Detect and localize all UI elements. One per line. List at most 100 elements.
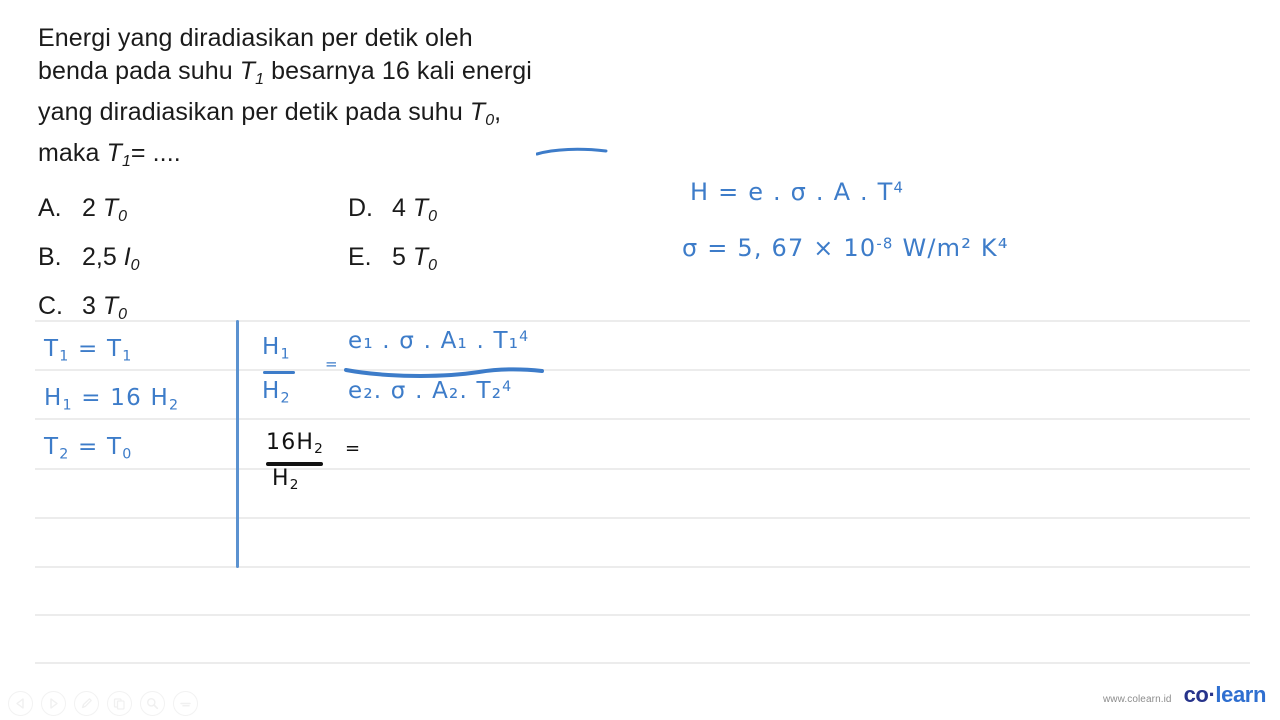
question-line-3-post: , bbox=[494, 98, 502, 127]
given-1-lhs-sub: 1 bbox=[59, 348, 70, 365]
rule-line bbox=[35, 320, 1250, 322]
ruled-worksheet bbox=[0, 300, 1280, 680]
choice-D-symbol: T bbox=[412, 194, 429, 222]
given-3-equals: = bbox=[69, 434, 108, 460]
zoom-search-button[interactable] bbox=[140, 691, 165, 716]
logo-wordmark: co·learn bbox=[1183, 682, 1267, 708]
given-3-lhs-sub: 2 bbox=[59, 446, 70, 463]
choice-D-subscript: 0 bbox=[428, 208, 438, 226]
ratio-equals-sign: = bbox=[325, 355, 339, 373]
formula-H-body: H = e . σ . A . T bbox=[690, 178, 894, 206]
rule-line bbox=[35, 614, 1250, 616]
rule-line bbox=[35, 662, 1250, 664]
choice-E-letter: E. bbox=[348, 243, 372, 272]
choice-E-subscript: 0 bbox=[428, 257, 438, 275]
choice-A-coefficient: 2 bbox=[82, 194, 96, 222]
choice-B-subscript: 0 bbox=[130, 257, 140, 275]
ratio-lhs-den-symbol: H bbox=[262, 378, 281, 404]
substitution-den-sub: 2 bbox=[289, 477, 300, 494]
formula-H-exponent: 4 bbox=[893, 178, 905, 197]
rule-line bbox=[35, 566, 1250, 568]
ratio-rhs-numerator: e₁ . σ . A₁ . T₁4 bbox=[348, 328, 529, 354]
question-line-4: maka T1= .... bbox=[38, 137, 698, 178]
choice-B-coefficient: 2,5 bbox=[82, 243, 117, 272]
given-2-rhs: H bbox=[150, 385, 169, 411]
triangle-right-icon bbox=[50, 698, 58, 709]
given-1-equals: = bbox=[69, 336, 108, 362]
question-line-2-post: besarnya 16 kali energi bbox=[264, 57, 532, 85]
ratio-lhs-numerator: H1 bbox=[262, 334, 291, 362]
copy-button[interactable] bbox=[107, 691, 132, 716]
choices-column-right: D. 4 T0 E. 5 T0 bbox=[348, 188, 437, 286]
choice-E[interactable]: E. 5 T0 bbox=[348, 237, 437, 286]
handwritten-given-2: H1 = 16 H2 bbox=[44, 385, 179, 413]
subscript-0: 0 bbox=[485, 112, 495, 130]
question-line-3-pre: yang diradiasikan per detik pada suhu bbox=[38, 98, 470, 127]
ratio-lhs-num-sub: 1 bbox=[280, 346, 291, 363]
symbol-T: T bbox=[239, 57, 256, 85]
handwritten-given-1: T1 = T1 bbox=[44, 336, 133, 364]
pen-tool-button[interactable] bbox=[74, 691, 99, 716]
logo-website-url: www.colearn.id bbox=[1102, 694, 1172, 705]
subscript-1: 1 bbox=[255, 71, 265, 89]
choice-D[interactable]: D. 4 T0 bbox=[348, 188, 437, 237]
choice-D-letter: D. bbox=[348, 194, 373, 222]
substitution-num-sub: 2 bbox=[314, 441, 325, 458]
choice-A-subscript: 0 bbox=[118, 208, 128, 226]
prev-page-button[interactable] bbox=[8, 691, 33, 716]
handwritten-stefan-boltzmann-formula: H = e . σ . A . T4 bbox=[690, 178, 904, 206]
triangle-left-icon bbox=[16, 698, 24, 709]
question-line-1: Energi yang diradiasikan per detik oleh bbox=[38, 22, 698, 55]
pen-icon bbox=[81, 698, 92, 709]
logo-co-text: co bbox=[1183, 682, 1209, 707]
rule-line bbox=[35, 517, 1250, 519]
question-line-2: benda pada suhu T1 besarnya 16 kali ener… bbox=[38, 55, 698, 96]
given-3-rhs-sub: 0 bbox=[122, 446, 133, 463]
handwritten-underline bbox=[536, 147, 608, 156]
choice-A-symbol: T bbox=[102, 194, 119, 222]
handwritten-sigma-constant: σ = 5, 67 × 10-8 W/m² K⁴ bbox=[682, 234, 1009, 262]
subscript-1: 1 bbox=[121, 153, 131, 171]
handwritten-vertical-divider bbox=[236, 320, 239, 568]
sigma-value: σ = 5, 67 × 10 bbox=[682, 234, 877, 262]
choice-A[interactable]: A. 2 T0 bbox=[38, 188, 140, 237]
given-3-rhs: T bbox=[107, 434, 123, 460]
magnifier-icon bbox=[147, 698, 159, 710]
choice-E-coefficient: 5 bbox=[392, 243, 406, 272]
symbol-T: T bbox=[469, 98, 486, 127]
choice-B-letter: B. bbox=[38, 243, 62, 272]
given-2-rhs-sub: 2 bbox=[168, 397, 180, 414]
ratio-lhs-fraction-bar bbox=[263, 371, 295, 374]
choice-D-coefficient: 4 bbox=[392, 194, 406, 222]
ratio-rhs-denominator: e₂. σ . A₂. T₂4 bbox=[348, 378, 512, 404]
substitution-equals-sign: = bbox=[345, 438, 361, 459]
question-line-1-text: Energi yang diradiasikan per detik oleh bbox=[38, 24, 473, 52]
choice-A-letter: A. bbox=[38, 194, 62, 222]
given-1-rhs: T bbox=[107, 336, 123, 362]
next-page-button[interactable] bbox=[41, 691, 66, 716]
rule-line bbox=[35, 418, 1250, 420]
question-line-3: yang diradiasikan per detik pada suhu T0… bbox=[38, 96, 698, 137]
question-line-4-pre: maka bbox=[38, 139, 107, 168]
logo-learn-text: learn bbox=[1215, 682, 1266, 707]
ratio-rhs-num-exponent: 4 bbox=[519, 328, 530, 345]
given-3-lhs: T bbox=[44, 434, 60, 460]
ratio-lhs-denominator: H2 bbox=[262, 378, 291, 406]
given-1-rhs-sub: 1 bbox=[122, 348, 133, 365]
handwritten-given-3: T2 = T0 bbox=[44, 434, 133, 462]
ratio-equals-glyph: = bbox=[325, 355, 339, 373]
sigma-units: W/m² K⁴ bbox=[902, 234, 1009, 262]
substitution-equals-glyph: = bbox=[345, 438, 362, 459]
ratio-rhs-fraction-bar bbox=[344, 367, 544, 378]
ratio-lhs-num-symbol: H bbox=[262, 334, 281, 360]
question-line-4-post: = .... bbox=[130, 139, 181, 168]
choice-B-symbol: I bbox=[123, 243, 131, 272]
more-options-button[interactable] bbox=[173, 691, 198, 716]
substitution-numerator: 16H2 bbox=[266, 430, 324, 457]
substitution-denominator: H2 bbox=[272, 466, 300, 493]
bottom-toolbar bbox=[8, 691, 198, 716]
symbol-T: T bbox=[106, 139, 122, 168]
rule-line bbox=[35, 468, 1250, 470]
given-2-equals: = 16 bbox=[72, 385, 151, 411]
choice-B[interactable]: B. 2,5 I0 bbox=[38, 237, 140, 286]
